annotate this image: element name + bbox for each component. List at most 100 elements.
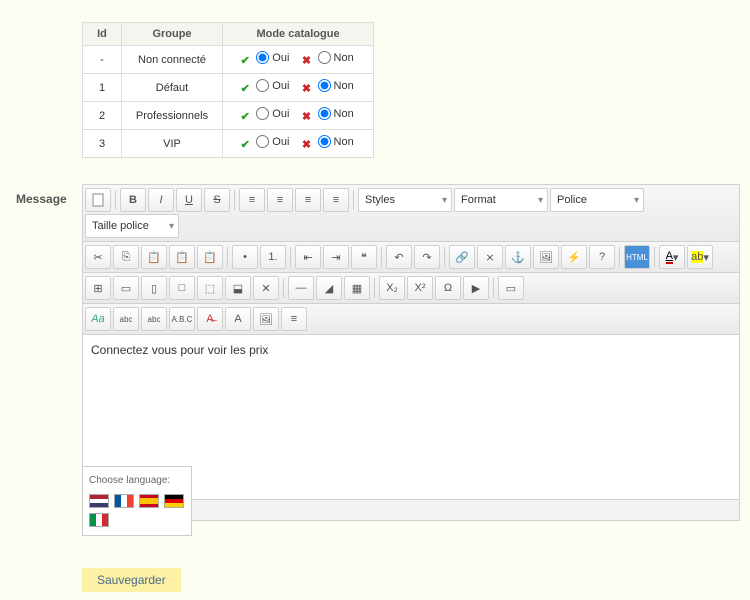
flag-us-icon[interactable] [89, 494, 109, 508]
special-char-icon[interactable]: Ω [435, 276, 461, 300]
bold-button[interactable]: B [120, 188, 146, 212]
show-blocks-icon[interactable]: abc [113, 307, 139, 331]
check-icon: ✔ [238, 82, 252, 96]
blockquote-icon[interactable]: ❝ [351, 245, 377, 269]
textcolor-icon[interactable]: A▾ [659, 245, 685, 269]
number-list-icon[interactable]: 1. [260, 245, 286, 269]
cut-icon[interactable]: ✂ [85, 245, 111, 269]
cell-mode: ✔ Oui ✖ Non [223, 74, 374, 102]
cell-group: VIP [122, 130, 223, 158]
tbl-del-icon[interactable]: ✕ [253, 276, 279, 300]
cross-icon: ✖ [300, 110, 314, 124]
tbl-col-icon[interactable]: ▯ [141, 276, 167, 300]
case-icon[interactable]: A.B.C [169, 307, 195, 331]
flash-icon[interactable]: ⚡ [561, 245, 587, 269]
tbl-cell-icon[interactable]: □ [169, 276, 195, 300]
radio-no[interactable]: Non [318, 135, 354, 148]
editor-toolbar-2: ✂ ⎘ 📋 📋 📋 • 1. ⇤ ⇥ ❝ ↶ ↷ 🔗 ⨯ ⚓ 🖼 ⚡ ? HTM… [83, 242, 739, 273]
media-icon[interactable]: ▶ [463, 276, 489, 300]
strike-button[interactable]: S [204, 188, 230, 212]
unlink-icon[interactable]: ⨯ [477, 245, 503, 269]
link-icon[interactable]: 🔗 [449, 245, 475, 269]
image-icon[interactable]: 🖼 [533, 245, 559, 269]
help-icon[interactable]: ? [589, 245, 615, 269]
table-row: 2Professionnels ✔ Oui ✖ Non [83, 102, 374, 130]
save-button[interactable]: Sauvegarder [82, 568, 181, 592]
align-left-icon[interactable]: ≡ [239, 188, 265, 212]
eraser-icon[interactable]: ◢ [316, 276, 342, 300]
cell-id: 1 [83, 74, 122, 102]
a-btn-icon[interactable]: A [225, 307, 251, 331]
editor-toolbar-3: ⊞ ▭ ▯ □ ⬚ ⬓ ✕ — ◢ ▦ X₂ X² Ω ▶ ▭ [83, 273, 739, 304]
flag-de-icon[interactable] [164, 494, 184, 508]
template-icon[interactable]: ▦ [344, 276, 370, 300]
table-icon[interactable]: ⊞ [85, 276, 111, 300]
radio-no[interactable]: Non [318, 107, 354, 120]
redo-icon[interactable]: ↷ [414, 245, 440, 269]
table-row: -Non connecté✔ Oui ✖ Non [83, 46, 374, 74]
check-icon: ✔ [238, 110, 252, 124]
font-aa-icon[interactable]: Aa [85, 307, 111, 331]
radio-yes[interactable]: Oui [256, 51, 289, 64]
html-icon[interactable]: HTML [624, 245, 650, 269]
message-label: Message [16, 192, 67, 206]
cell-id: 3 [83, 130, 122, 158]
subscript-icon[interactable]: X₂ [379, 276, 405, 300]
align-right-icon[interactable]: ≡ [295, 188, 321, 212]
superscript-icon[interactable]: X² [407, 276, 433, 300]
bgcolor-icon[interactable]: ab▾ [687, 245, 713, 269]
flag-es-icon[interactable] [139, 494, 159, 508]
italic-button[interactable]: I [148, 188, 174, 212]
flag-it-icon[interactable] [89, 513, 109, 527]
bullet-list-icon[interactable]: • [232, 245, 258, 269]
editor-toolbar: B I U S ≡ ≡ ≡ ≡ Styles Format Police Tai… [83, 185, 739, 242]
cross-icon: ✖ [300, 82, 314, 96]
align-center-icon[interactable]: ≡ [267, 188, 293, 212]
div-icon[interactable]: ▭ [498, 276, 524, 300]
tbl-split-icon[interactable]: ⬓ [225, 276, 251, 300]
radio-yes[interactable]: Oui [256, 79, 289, 92]
cell-group: Professionnels [122, 102, 223, 130]
flag-fr-icon[interactable] [114, 494, 134, 508]
undo-icon[interactable]: ↶ [386, 245, 412, 269]
check-icon: ✔ [238, 138, 252, 152]
indent-icon[interactable]: ⇥ [323, 245, 349, 269]
cell-group: Défaut [122, 74, 223, 102]
paste-text-icon[interactable]: 📋 [169, 245, 195, 269]
font-select[interactable]: Police [550, 188, 644, 212]
underline-button[interactable]: U [176, 188, 202, 212]
col-group: Groupe [122, 23, 223, 46]
paste-word-icon[interactable]: 📋 [197, 245, 223, 269]
table-row: 1Défaut✔ Oui ✖ Non [83, 74, 374, 102]
hr-icon[interactable]: — [288, 276, 314, 300]
radio-yes[interactable]: Oui [256, 107, 289, 120]
table-row: 3VIP✔ Oui ✖ Non [83, 130, 374, 158]
direction-icon[interactable]: ≡ [281, 307, 307, 331]
align-justify-icon[interactable]: ≡ [323, 188, 349, 212]
cross-icon: ✖ [300, 138, 314, 152]
col-mode: Mode catalogue [223, 23, 374, 46]
paste-icon[interactable]: 📋 [141, 245, 167, 269]
cross-icon: ✖ [300, 54, 314, 68]
remove-fmt-icon[interactable]: A̶ [197, 307, 223, 331]
tbl-merge-icon[interactable]: ⬚ [197, 276, 223, 300]
insert-img-icon[interactable]: 🖼 [253, 307, 279, 331]
cell-id: 2 [83, 102, 122, 130]
tbl-row-icon[interactable]: ▭ [113, 276, 139, 300]
copy-icon[interactable]: ⎘ [113, 245, 139, 269]
spell-icon[interactable]: abc [141, 307, 167, 331]
anchor-icon[interactable]: ⚓ [505, 245, 531, 269]
format-select[interactable]: Format [454, 188, 548, 212]
size-select[interactable]: Taille police [85, 214, 179, 238]
radio-no[interactable]: Non [318, 51, 354, 64]
cell-mode: ✔ Oui ✖ Non [223, 130, 374, 158]
styles-select[interactable]: Styles [358, 188, 452, 212]
cell-id: - [83, 46, 122, 74]
outdent-icon[interactable]: ⇤ [295, 245, 321, 269]
radio-no[interactable]: Non [318, 79, 354, 92]
language-title: Choose language: [89, 475, 185, 486]
radio-yes[interactable]: Oui [256, 135, 289, 148]
new-doc-icon[interactable] [85, 188, 111, 212]
cell-mode: ✔ Oui ✖ Non [223, 46, 374, 74]
editor-toolbar-4: Aa abc abc A.B.C A̶ A 🖼 ≡ [83, 304, 739, 335]
